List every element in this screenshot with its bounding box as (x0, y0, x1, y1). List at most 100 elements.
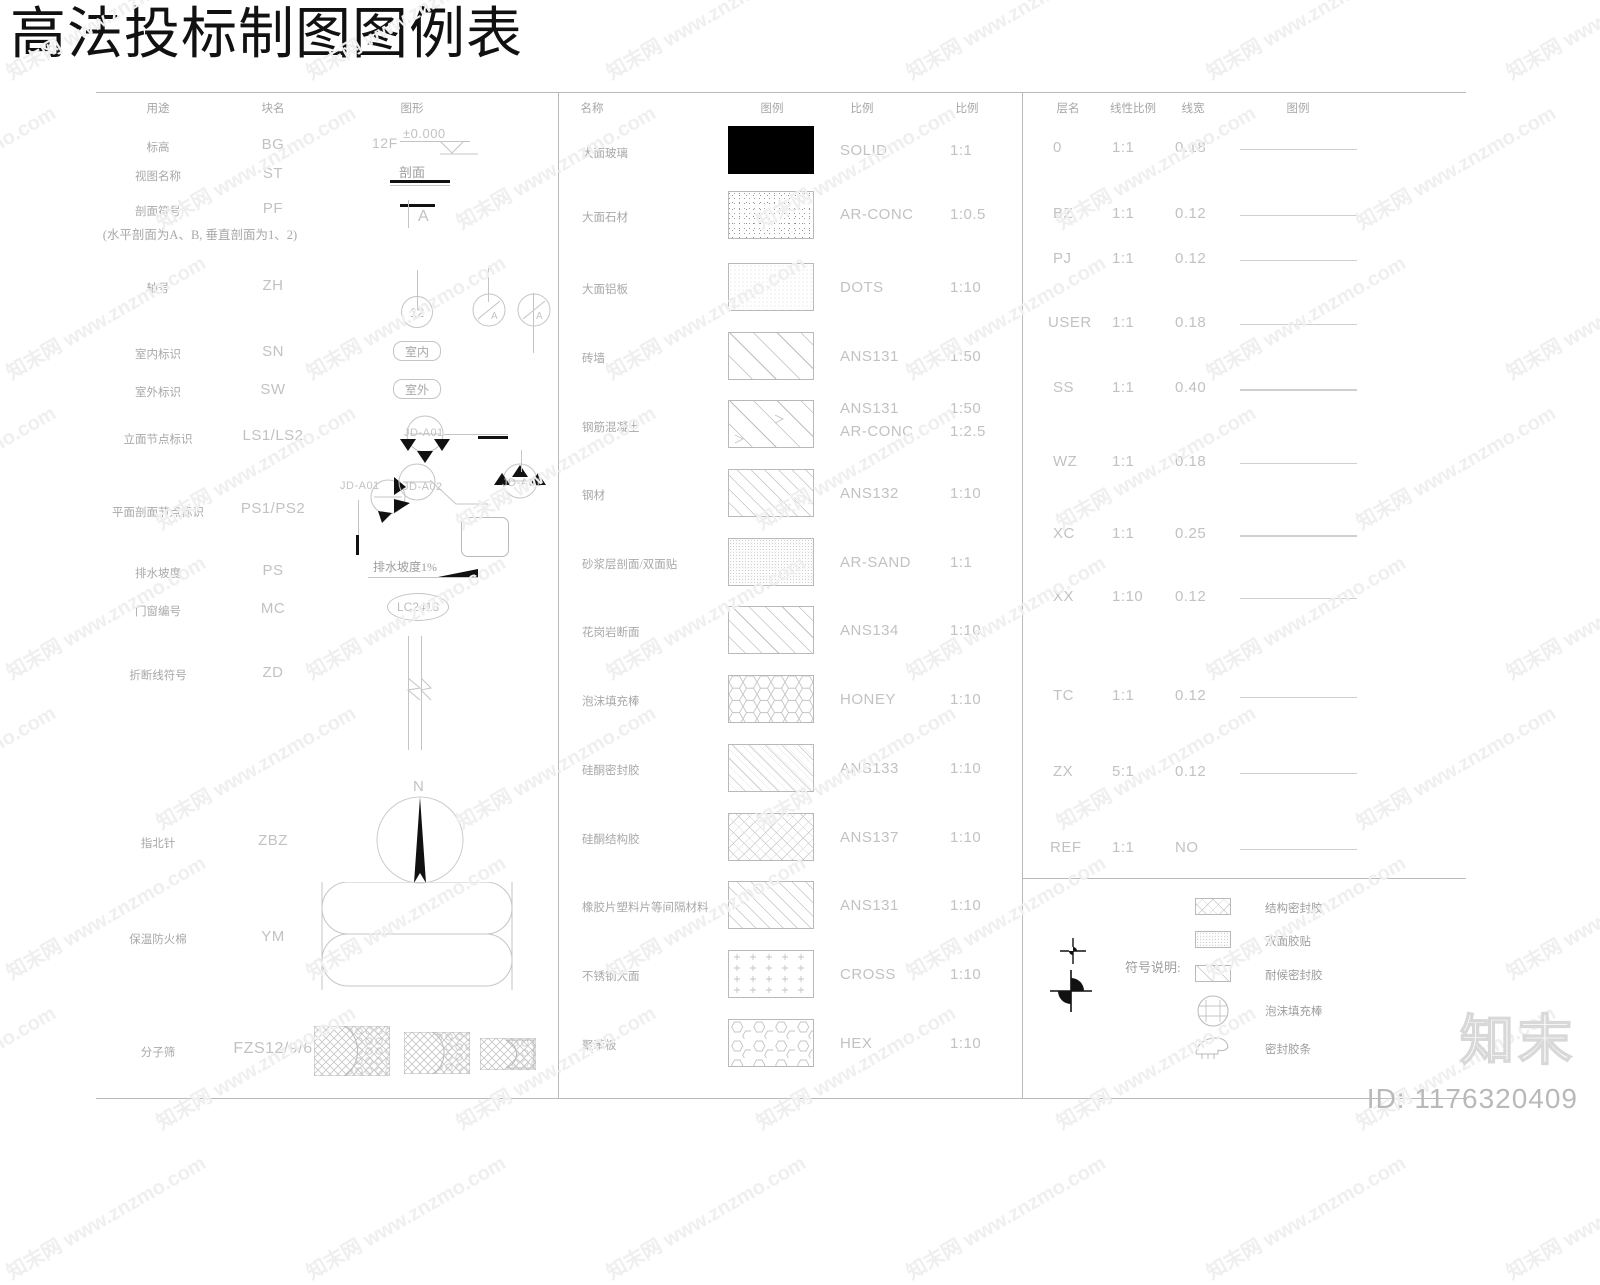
layers-row-ltscale-1: 1:1 (1112, 205, 1135, 222)
layers-row-sample-2 (1240, 260, 1357, 261)
layers-row-ltscale-4: 1:1 (1112, 379, 1135, 396)
materials-row-name-11: 橡胶片塑料片等间隔材料 (582, 902, 709, 914)
blocks-row-block-4: SN (262, 343, 284, 360)
north-arrow-icon (376, 796, 464, 884)
materials-header-name: 名称 (580, 103, 604, 115)
watermark-tile: 知末网 www.znzmo.com (1203, 552, 1410, 685)
legend-label-foam-backer-rod: 泡沫填充棒 (1265, 1006, 1323, 1018)
watermark-tile: 知末网 www.znzmo.com (3, 252, 210, 385)
watermark-tile: 知末网 www.znzmo.com (1203, 0, 1410, 85)
node-tick-2 (356, 535, 359, 555)
materials-row-hatch-1: AR-CONC (840, 206, 914, 223)
materials-row-hatch-7: ANS134 (840, 622, 899, 639)
elevation-value-label: ±0.000 (403, 126, 446, 141)
materials-row-scale-9: 1:10 (950, 760, 982, 777)
layers-row-name-5: WZ (1053, 453, 1078, 470)
node-leader-1 (444, 434, 508, 435)
blocks-row-block-11: ZBZ (258, 832, 288, 849)
materials-row-name-0: 大面玻璃 (582, 148, 628, 160)
symbol-legend-title: 符号说明: (1125, 960, 1181, 975)
layers-row-ltscale-6: 1:1 (1112, 525, 1135, 542)
drain-slope-label: 排水坡度1% (373, 560, 437, 574)
blocks-row-use-3: 轴号 (146, 283, 170, 295)
layers-row-sample-6 (1240, 535, 1357, 537)
swatch-cross (728, 950, 814, 998)
rebar-tick-icon (734, 414, 785, 444)
materials-row-scale-1: 1:0.5 (950, 206, 986, 223)
materials-row-hatch-6: AR-SAND (840, 554, 912, 571)
layers-row-sample-1 (1240, 215, 1357, 216)
table-top-rule (96, 92, 1466, 93)
node-marker-1-label: JD-A01 (404, 427, 444, 439)
molecular-sieve-medium-icon (404, 1032, 470, 1074)
swatch-solid (728, 126, 814, 174)
blocks-row-block-9: MC (260, 600, 286, 617)
legend-label-sealing-strip: 密封胶条 (1265, 1044, 1311, 1056)
blocks-header-block: 块名 (261, 103, 285, 115)
section-mark-bar (400, 204, 435, 207)
outdoor-label: 室外 (404, 382, 429, 397)
watermark-tile: 知末网 www.znzmo.com (1203, 852, 1410, 985)
blocks-row-use-6: 立面节点标识 (123, 434, 193, 446)
layers-row-ltscale-2: 1:1 (1112, 250, 1135, 267)
elevation-triangle-icon (440, 141, 478, 155)
materials-row-scale-4b: 1:2.5 (950, 423, 986, 440)
cross-pattern-icon (729, 951, 813, 997)
blocks-row-use-9: 门窗编号 (135, 606, 181, 618)
blocks-row-note-2: (水平剖面为A、B, 垂直剖面为1、2) (102, 228, 298, 242)
materials-row-name-9: 硅酮密封胶 (582, 765, 640, 777)
axis-number-label: 12 (409, 304, 425, 320)
section-mark-letter: A (418, 208, 430, 225)
watermark-tile: 知末网 www.znzmo.com (903, 0, 1110, 85)
blocks-row-block-13: FZS12/9/6 (233, 1040, 313, 1057)
axis-bubble-slash-2-icon: A (517, 293, 551, 327)
layers-row-lw-9: 0.12 (1175, 763, 1207, 780)
watermark-tile: 知末网 www.znzmo.com (1053, 102, 1260, 235)
materials-row-scale-11: 1:10 (950, 897, 982, 914)
column-divider-1 (558, 92, 559, 1099)
legend-label-structural-sealant: 结构密封胶 (1265, 903, 1323, 915)
swatch-ans131-rubber (728, 881, 814, 929)
layers-row-lw-6: 0.25 (1175, 525, 1207, 542)
layers-row-lw-4: 0.40 (1175, 379, 1207, 396)
layers-row-sample-7 (1240, 598, 1357, 599)
layers-header-name: 层名 (1056, 103, 1080, 115)
watermark-tile: 知末网 www.znzmo.com (1053, 402, 1260, 535)
watermark-tile: 知末网 www.znzmo.com (603, 1152, 810, 1285)
layers-row-lw-7: 0.12 (1175, 588, 1207, 605)
blocks-row-block-12: YM (261, 928, 285, 945)
materials-row-hatch-11: ANS131 (840, 897, 899, 914)
layers-row-lw-8: 0.12 (1175, 687, 1207, 704)
layers-row-ltscale-10: 1:1 (1112, 839, 1135, 856)
breakline-zigzag-icon (406, 678, 432, 701)
materials-row-name-2: 大面铝板 (582, 284, 628, 296)
swatch-ans134 (728, 606, 814, 654)
layers-row-name-4: SS (1053, 379, 1075, 396)
swatch-dots (728, 263, 814, 311)
window-code-label: LC2418 (396, 600, 440, 614)
layers-row-lw-10: NO (1175, 839, 1199, 856)
materials-row-name-5: 钢材 (582, 490, 605, 502)
swatch-ans137 (728, 813, 814, 861)
registration-mark-small-icon (1060, 938, 1086, 964)
blocks-row-block-7: PS1/PS2 (240, 500, 306, 517)
watermark-tile: 知末网 www.znzmo.com (903, 852, 1110, 985)
watermark-tile: 知末网 www.znzmo.com (1353, 402, 1560, 535)
watermark-tile: 知末网 www.znzmo.com (453, 102, 660, 235)
node-leader-2 (358, 500, 359, 540)
blocks-header-graphic: 图形 (400, 103, 424, 115)
swatch-ar-conc (728, 191, 814, 239)
blocks-row-use-0: 标高 (146, 142, 170, 154)
materials-row-name-3: 砖墙 (582, 353, 605, 365)
materials-row-name-4: 钢筋混凝土 (582, 422, 640, 434)
blocks-row-use-10: 折断线符号 (129, 670, 187, 682)
layers-row-ltscale-7: 1:10 (1112, 588, 1144, 605)
layers-row-name-1: BZ (1053, 205, 1074, 222)
registration-mark-large-icon (1050, 970, 1092, 1012)
watermark-tile: 知末网 www.znzmo.com (903, 552, 1110, 685)
swatch-ar-sand (728, 538, 814, 586)
svg-text:A: A (491, 311, 498, 322)
axis-bubble-12: 12 (401, 296, 433, 328)
layers-row-name-7: XX (1053, 588, 1075, 605)
watermark-tile: 知末网 www.znzmo.com (1503, 852, 1600, 985)
